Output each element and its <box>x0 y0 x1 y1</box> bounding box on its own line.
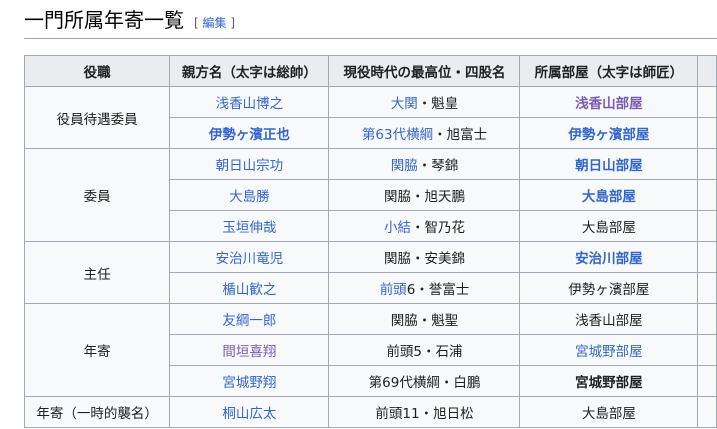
elder-name-link[interactable]: 大島勝 <box>229 189 270 205</box>
elder-name-cell: 朝日山宗功 <box>169 148 330 180</box>
stable-cell: 安治川部屋 <box>519 241 699 273</box>
rank-link[interactable]: 小結 <box>384 220 411 236</box>
extra-cell <box>697 86 717 118</box>
table-row: 年寄 友綱一郎 関脇・魁聖 浅香山部屋 <box>23 303 717 397</box>
extra-cell <box>697 396 717 428</box>
rank-link[interactable]: 関脇 <box>391 158 418 174</box>
extra-cell <box>697 210 717 242</box>
rank-cell: 第69代横綱・白鵬 <box>328 365 521 397</box>
role-cell: 役員待遇委員 <box>23 86 171 149</box>
rank-cell: 前頭11・旭日松 <box>328 396 521 428</box>
stable-cell: 宮城野部屋 <box>519 334 699 366</box>
elder-name-cell: 安治川竜児 <box>169 241 330 273</box>
header-rank: 現役時代の最高位・四股名 <box>328 55 521 87</box>
header-role: 役職 <box>23 55 171 87</box>
rank-link[interactable]: 前頭 <box>380 282 407 298</box>
elder-name-link[interactable]: 浅香山博之 <box>216 96 284 112</box>
extra-cell <box>697 365 717 397</box>
extra-cell <box>697 241 717 273</box>
extra-cell <box>697 303 717 335</box>
stable-link[interactable]: 浅香山部屋 <box>575 96 643 112</box>
section-title: 一門所属年寄一覧 <box>24 8 184 32</box>
table-row: 主任 安治川竜児 関脇・安美錦 安治川部屋 <box>23 241 717 304</box>
header-stable: 所属部屋（太字は師匠） <box>519 55 699 87</box>
extra-cell <box>697 117 717 149</box>
affiliated-elders-table: 役職 親方名（太字は総帥） 現役時代の最高位・四股名 所属部屋（太字は師匠） 役… <box>23 55 717 428</box>
role-cell: 主任 <box>23 241 171 304</box>
stable-cell: 浅香山部屋 <box>519 86 699 118</box>
elder-name-cell: 間垣喜翔 <box>169 334 330 366</box>
edit-link[interactable]: 編集 <box>203 16 227 30</box>
header-row: 役職 親方名（太字は総帥） 現役時代の最高位・四股名 所属部屋（太字は師匠） <box>23 55 717 87</box>
rank-cell: 小結・智乃花 <box>328 210 521 242</box>
stable-link[interactable]: 大島部屋 <box>582 189 636 205</box>
stable-cell: 朝日山部屋 <box>519 148 699 180</box>
elder-name-cell: 楯山歓之 <box>169 272 330 304</box>
elder-name-cell: 伊勢ヶ濱正也 <box>169 117 330 149</box>
stable-link[interactable]: 宮城野部屋 <box>575 344 643 360</box>
elder-name-link[interactable]: 友綱一郎 <box>222 313 276 329</box>
elder-name-cell: 友綱一郎 <box>169 303 330 335</box>
stable-link[interactable]: 安治川部屋 <box>575 251 643 267</box>
rank-cell: 関脇・旭天鵬 <box>328 179 521 211</box>
elder-name-link[interactable]: 朝日山宗功 <box>216 158 284 174</box>
stable-link[interactable]: 朝日山部屋 <box>575 158 643 174</box>
elder-name-link[interactable]: 楯山歓之 <box>222 282 276 298</box>
edit-section: [ 編集 ] <box>194 16 236 30</box>
rank-cell: 大関・魁皇 <box>328 86 521 118</box>
table-row: 年寄（一時的襲名） 桐山広太 前頭11・旭日松 大島部屋 <box>23 396 717 428</box>
stable-cell: 大島部屋 <box>519 396 699 428</box>
elder-name-cell: 玉垣伸哉 <box>169 210 330 242</box>
elder-name-cell: 浅香山博之 <box>169 86 330 118</box>
stable-cell: 浅香山部屋 <box>519 303 699 335</box>
extra-cell <box>697 179 717 211</box>
role-cell: 年寄 <box>23 303 171 397</box>
role-cell: 年寄（一時的襲名） <box>23 396 171 428</box>
rank-cell: 関脇・魁聖 <box>328 303 521 335</box>
elder-name-cell: 桐山広太 <box>169 396 330 428</box>
elder-name-link[interactable]: 玉垣伸哉 <box>222 220 276 236</box>
rank-cell: 前頭5・石浦 <box>328 334 521 366</box>
elder-name-link[interactable]: 伊勢ヶ濱正也 <box>209 127 290 143</box>
elder-name-link[interactable]: 桐山広太 <box>222 406 276 422</box>
rank-cell: 前頭6・誉富士 <box>328 272 521 304</box>
stable-cell: 大島部屋 <box>519 179 699 211</box>
stable-cell: 宮城野部屋 <box>519 365 699 397</box>
rank-cell: 第63代横綱・旭富士 <box>328 117 521 149</box>
rank-cell: 関脇・安美錦 <box>328 241 521 273</box>
extra-cell <box>697 148 717 180</box>
table-row: 役員待遇委員 浅香山博之 大関・魁皇 浅香山部屋 <box>23 86 717 149</box>
rank-link[interactable]: 第63代横綱 <box>362 127 433 143</box>
elder-name-cell: 大島勝 <box>169 179 330 211</box>
stable-cell: 伊勢ヶ濱部屋 <box>519 272 699 304</box>
role-cell: 委員 <box>23 148 171 242</box>
stable-cell: 伊勢ヶ濱部屋 <box>519 117 699 149</box>
section-heading: 一門所属年寄一覧 [ 編集 ] <box>24 6 717 39</box>
header-name: 親方名（太字は総帥） <box>169 55 330 87</box>
table-row: 委員 朝日山宗功 関脇・琴錦 朝日山部屋 <box>23 148 717 242</box>
header-extra <box>697 55 717 87</box>
elder-name-cell: 宮城野翔 <box>169 365 330 397</box>
stable-cell: 大島部屋 <box>519 210 699 242</box>
extra-cell <box>697 334 717 366</box>
rank-cell: 関脇・琴錦 <box>328 148 521 180</box>
elder-name-link[interactable]: 安治川竜児 <box>216 251 284 267</box>
rank-link[interactable]: 大関 <box>391 96 418 112</box>
elder-name-link[interactable]: 間垣喜翔 <box>222 344 276 360</box>
stable-link[interactable]: 伊勢ヶ濱部屋 <box>568 127 649 143</box>
extra-cell <box>697 272 717 304</box>
elder-name-link[interactable]: 宮城野翔 <box>222 375 276 391</box>
